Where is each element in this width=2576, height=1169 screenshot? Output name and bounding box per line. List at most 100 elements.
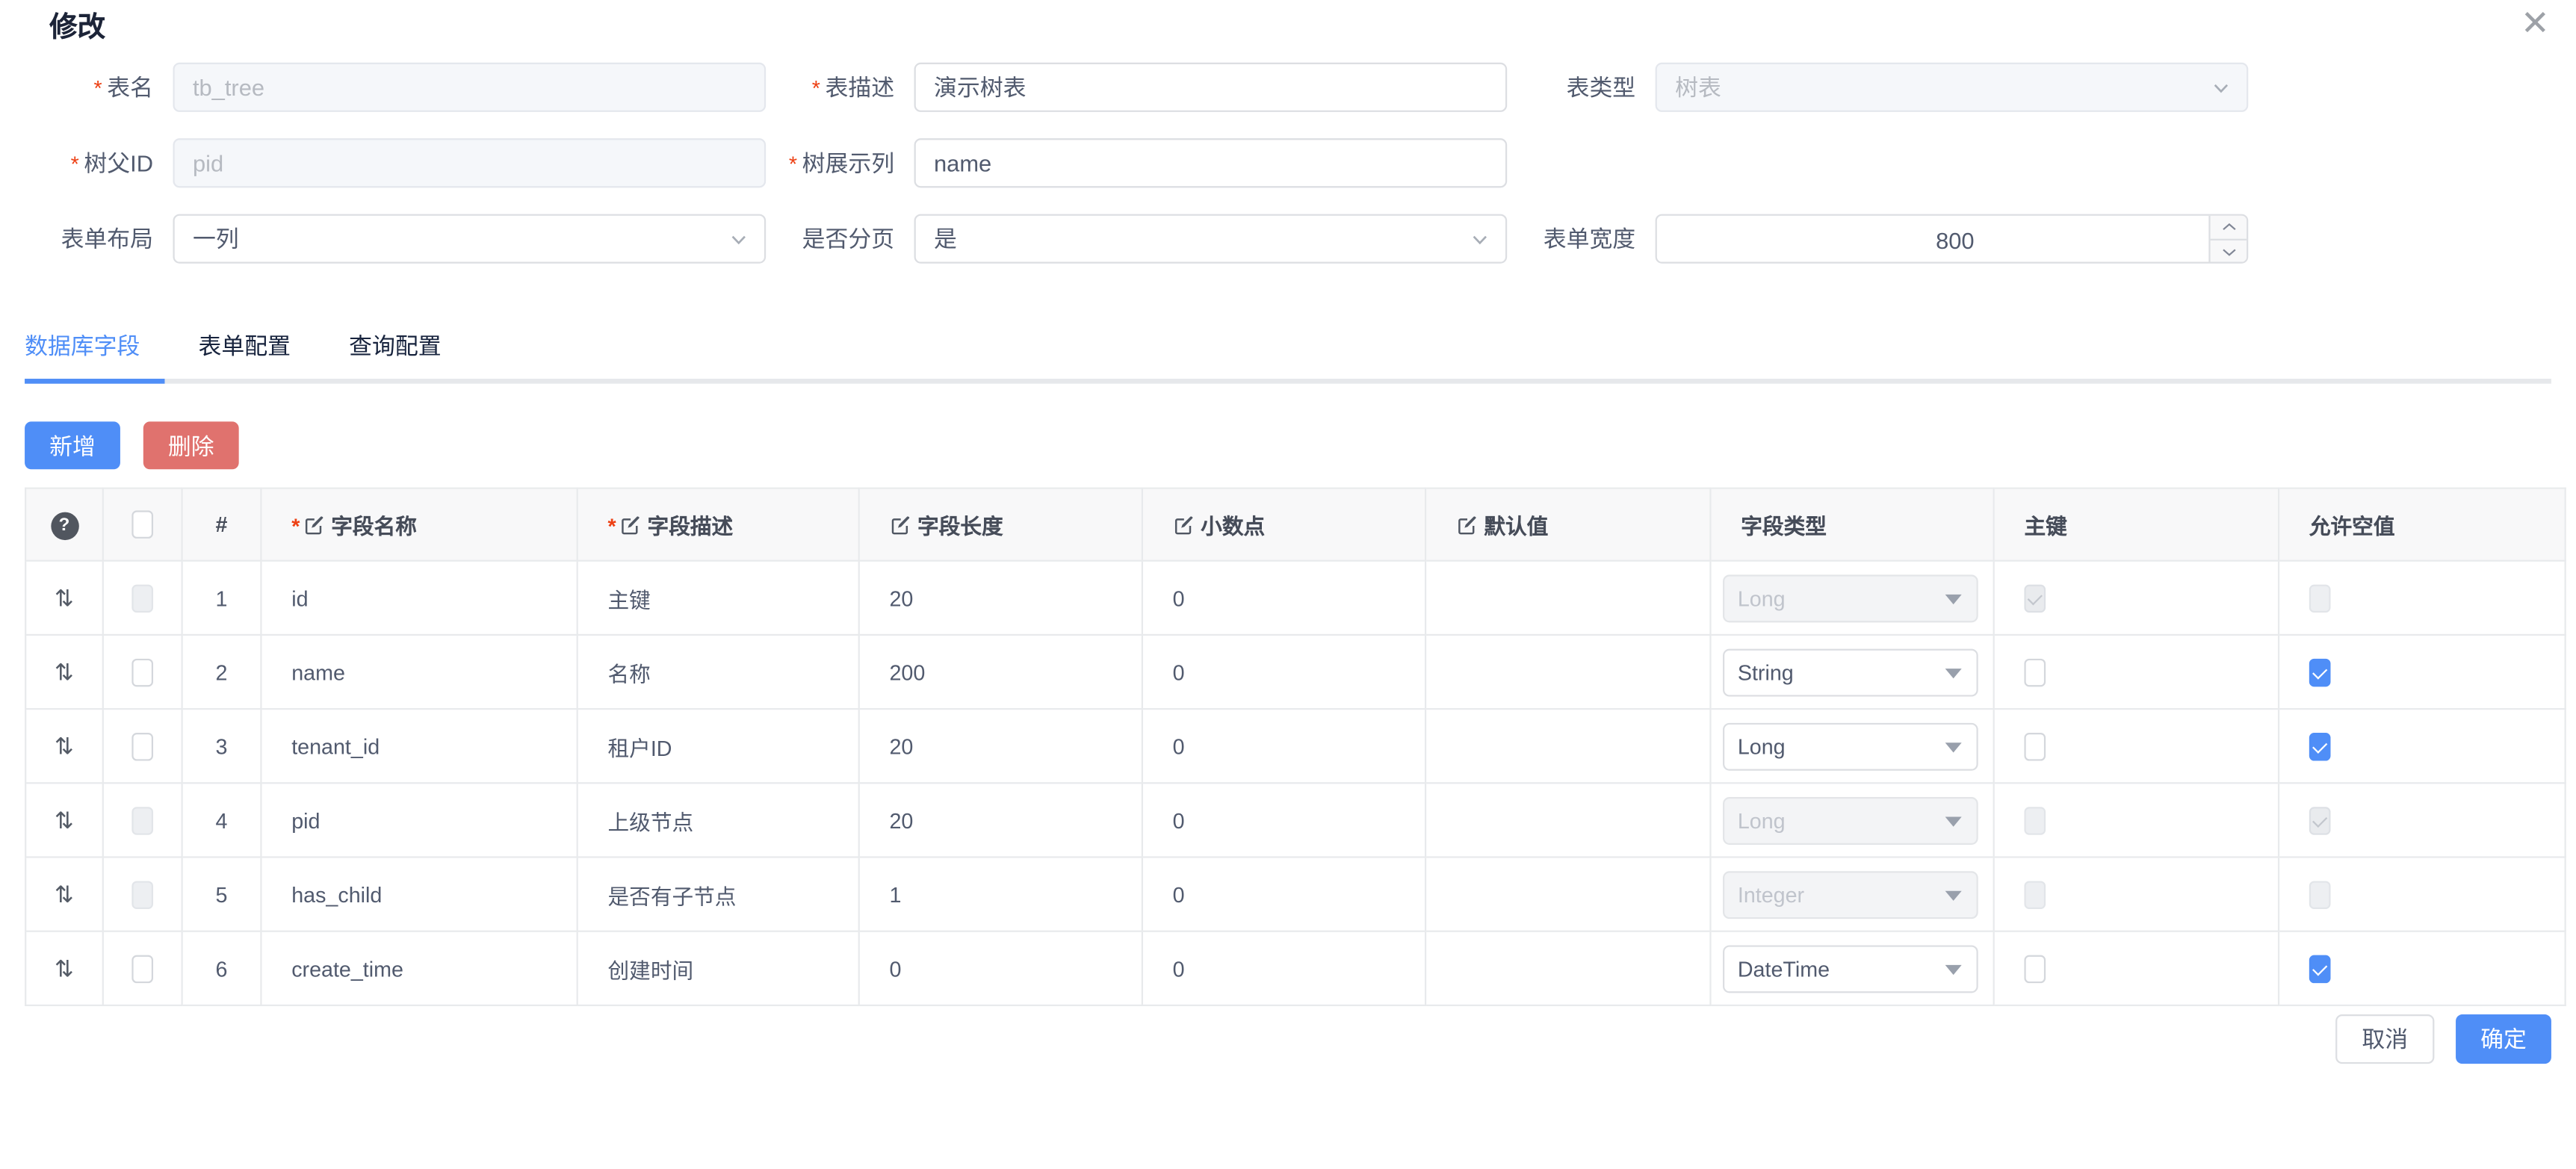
sort-handle-icon[interactable]: ⇅ (55, 880, 74, 906)
caret-down-icon (1945, 890, 1962, 900)
table-row: ⇅5has_child是否有子节点10Integer (25, 857, 2565, 931)
row-select-checkbox[interactable] (131, 955, 153, 982)
step-down-button[interactable] (2211, 239, 2247, 264)
sort-handle-icon[interactable]: ⇅ (55, 658, 74, 684)
form-row-1: *表名 *表描述 表类型 树表 (8, 63, 2551, 112)
row-select-checkbox[interactable] (131, 658, 153, 686)
column-header-label: 字段长度 (917, 514, 1003, 539)
column-header: 默认值 (1425, 489, 1710, 561)
close-icon[interactable]: ✕ (2521, 7, 2550, 41)
sort-handle-icon[interactable]: ⇅ (55, 955, 74, 981)
field-desc-cell: 主键 (578, 561, 859, 635)
form-row-3: 表单布局 一列 是否分页 是 表单宽度 (8, 214, 2551, 264)
field-type-select[interactable]: Long (1723, 722, 1978, 770)
field-name-cell: pid (261, 783, 577, 857)
row-select-checkbox[interactable] (131, 732, 153, 760)
nullable-checkbox[interactable] (2309, 732, 2331, 760)
cancel-button[interactable]: 取消 (2335, 1014, 2434, 1064)
form-layout-select[interactable]: 一列 (173, 214, 766, 264)
table-desc-input[interactable] (914, 63, 1508, 112)
required-marker: * (789, 152, 797, 176)
delete-button[interactable]: 删除 (143, 421, 239, 469)
caret-down-icon (1945, 816, 1962, 825)
sort-handle-icon[interactable]: ⇅ (55, 806, 74, 832)
field-length-cell: 0 (859, 931, 1142, 1005)
decimal-point-cell: 0 (1142, 931, 1425, 1005)
column-header-label: 小数点 (1201, 514, 1265, 539)
field-desc-cell: 上级节点 (578, 783, 859, 857)
default-value-cell (1425, 709, 1710, 783)
column-header: 主键 (1994, 489, 2279, 561)
table-name-label: *表名 (8, 71, 153, 104)
paging-select[interactable]: 是 (914, 214, 1508, 264)
chevron-down-icon (2221, 245, 2236, 258)
field-length-cell: 20 (859, 709, 1142, 783)
column-header: # (182, 489, 261, 561)
tab-database-fields[interactable]: 数据库字段 (25, 329, 140, 382)
nullable-checkbox (2309, 880, 2331, 908)
form-width-stepper[interactable] (1656, 214, 2249, 264)
form-width-input[interactable] (1657, 216, 2248, 264)
table-desc-label: *表描述 (766, 71, 894, 104)
stepper-buttons (2208, 216, 2247, 262)
required-marker: * (71, 152, 79, 176)
primary-key-checkbox[interactable] (2024, 658, 2046, 686)
column-header: 允许空值 (2279, 489, 2566, 561)
fields-table-wrap: ?#*字段名称*字段描述字段长度小数点默认值字段类型主键允许空值⇅1id主键20… (25, 488, 2566, 1006)
add-button[interactable]: 新增 (25, 421, 120, 469)
caret-down-icon (1945, 964, 1962, 974)
tree-display-input[interactable] (914, 138, 1508, 187)
confirm-button[interactable]: 确定 (2456, 1014, 2551, 1064)
column-header-label: 主键 (2024, 514, 2066, 539)
tab-form-config[interactable]: 表单配置 (199, 329, 291, 382)
field-name-cell: id (261, 561, 577, 635)
table-row: ⇅4pid上级节点200Long (25, 783, 2565, 857)
form-layout-label: 表单布局 (8, 223, 153, 255)
sort-handle-icon[interactable]: ⇅ (55, 584, 74, 610)
column-header: *字段描述 (578, 489, 859, 561)
scale-wrapper: 修改 ✕ *表名 *表描述 表类型 树表 *树父ID *树展示列 表单布局 一列 (0, 0, 2576, 1169)
sort-handle-icon[interactable]: ⇅ (55, 732, 74, 758)
field-type-value: Long (1738, 586, 1786, 610)
field-type-select[interactable]: DateTime (1723, 944, 1978, 992)
edit-icon (1456, 515, 1478, 537)
row-select-checkbox (131, 806, 153, 834)
column-header: *字段名称 (261, 489, 577, 561)
table-row: ⇅6create_time创建时间00DateTime (25, 931, 2565, 1005)
column-header-label: 字段描述 (648, 514, 734, 539)
primary-key-checkbox[interactable] (2024, 732, 2046, 760)
field-type-select[interactable]: String (1723, 648, 1978, 696)
table-row: ⇅2name名称2000String (25, 635, 2565, 709)
column-header-label: # (216, 512, 228, 537)
help-icon[interactable]: ? (50, 512, 78, 539)
field-desc-cell: 创建时间 (578, 931, 859, 1005)
table-row: ⇅1id主键200Long (25, 561, 2565, 635)
row-index-cell: 6 (182, 931, 261, 1005)
default-value-cell (1425, 857, 1710, 931)
field-length-cell: 200 (859, 635, 1142, 709)
field-desc-cell: 名称 (578, 635, 859, 709)
select-all-checkbox[interactable] (131, 510, 153, 538)
chevron-up-icon (2221, 220, 2236, 234)
step-up-button[interactable] (2211, 216, 2247, 239)
active-tab-indicator (25, 379, 164, 384)
decimal-point-cell: 0 (1142, 857, 1425, 931)
field-length-cell: 20 (859, 783, 1142, 857)
caret-down-icon (1945, 594, 1962, 604)
nullable-checkbox[interactable] (2309, 955, 2331, 982)
column-header-label: 默认值 (1484, 514, 1548, 539)
tree-display-label: *树展示列 (766, 146, 894, 179)
default-value-cell (1425, 931, 1710, 1005)
primary-key-checkbox[interactable] (2024, 955, 2046, 982)
tree-parent-input (173, 138, 766, 187)
default-value-cell (1425, 635, 1710, 709)
paging-label: 是否分页 (766, 223, 894, 255)
field-type-value: Long (1738, 807, 1786, 832)
tab-query-config[interactable]: 查询配置 (349, 329, 441, 382)
row-index-cell: 5 (182, 857, 261, 931)
column-header-label: 允许空值 (2309, 514, 2395, 539)
table-name-input (173, 63, 766, 112)
row-select-checkbox (131, 880, 153, 908)
column-header: 小数点 (1142, 489, 1425, 561)
nullable-checkbox[interactable] (2309, 658, 2331, 686)
